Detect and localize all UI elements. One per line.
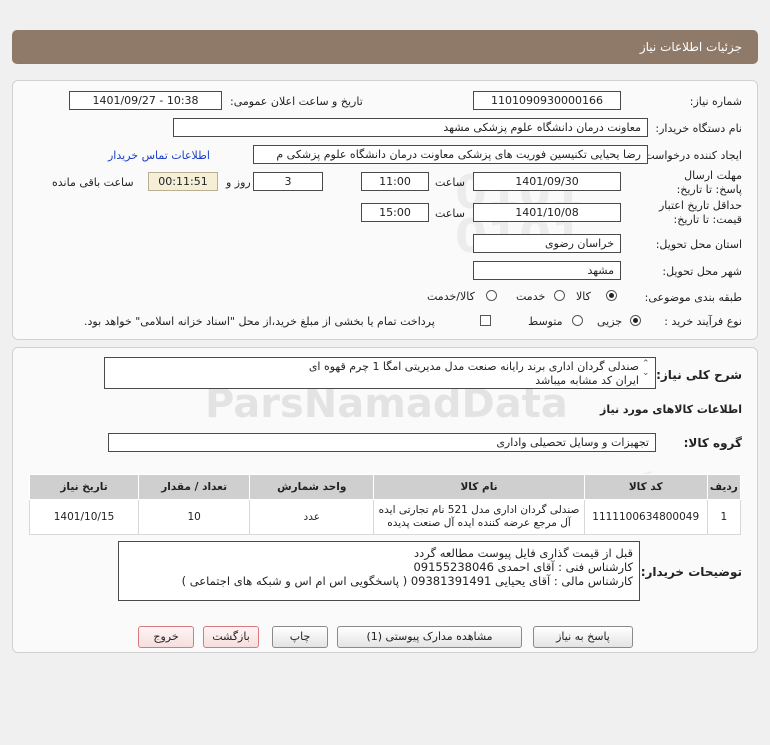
creator-label: ایجاد کننده درخواست: bbox=[640, 149, 742, 162]
summary-box: صندلی گردان اداری برند رایانه صنعت مدل م… bbox=[104, 357, 656, 389]
buyer-notes-box: قبل از قیمت گذاری فایل پیوست مطالعه گردد… bbox=[118, 541, 640, 601]
col-row: ردیف bbox=[706, 474, 742, 500]
category-goods-radio[interactable] bbox=[606, 290, 617, 301]
buyer-notes-line-2: کارشناس فنی : آقای احمدی 09155238046 bbox=[413, 560, 633, 574]
province-field: خراسان رضوی bbox=[473, 234, 621, 253]
goods-group-label: گروه کالا: bbox=[683, 436, 742, 450]
process-label: نوع فرآیند خرید : bbox=[664, 315, 742, 328]
col-unit: واحد شمارش bbox=[249, 474, 375, 500]
city-field: مشهد bbox=[473, 261, 621, 280]
table-row: 1 1111100634800049 صندلی گردان اداری مدل… bbox=[28, 499, 742, 535]
goods-info-title: اطلاعات کالاهای مورد نیاز bbox=[600, 403, 742, 416]
city-label: شهر محل تحویل: bbox=[662, 265, 742, 278]
buyer-notes-line-1: قبل از قیمت گذاری فایل پیوست مطالعه گردد bbox=[413, 546, 633, 560]
treasury-payment-checkbox[interactable] bbox=[480, 315, 491, 326]
page-title: جزئیات اطلاعات نیاز bbox=[639, 40, 742, 54]
category-goods-service-radio[interactable] bbox=[486, 290, 497, 301]
col-name: نام کالا bbox=[373, 474, 585, 500]
buyer-contact-link[interactable]: اطلاعات تماس خریدار bbox=[108, 149, 210, 162]
need-number-field: 1101090930000166 bbox=[473, 91, 621, 110]
deadline-time-label: ساعت bbox=[435, 176, 465, 189]
validity-label: حداقل تاریخ اعتبار قیمت: تا تاریخ: bbox=[658, 199, 742, 226]
creator-field: رضا یحیایی تکنیسین فوریت های پزشکی معاون… bbox=[253, 145, 648, 164]
treasury-payment-note: پرداخت تمام یا بخشی از مبلغ خرید،از محل … bbox=[84, 315, 435, 328]
validity-date-field: 1401/10/08 bbox=[473, 203, 621, 222]
view-attachments-button[interactable]: مشاهده مدارک پیوستی (1) bbox=[337, 626, 522, 648]
col-code: کد کالا bbox=[583, 474, 708, 500]
summary-line-2: ایران کد مشابه میباشد bbox=[535, 374, 639, 387]
validity-time-field: 15:00 bbox=[361, 203, 429, 222]
days-label: روز و bbox=[226, 176, 251, 189]
announce-label: تاریخ و ساعت اعلان عمومی: bbox=[230, 95, 363, 108]
process-medium-radio[interactable] bbox=[572, 315, 583, 326]
buyer-notes-line-3: کارشناس مالی : آقای یحیایی 09381391491 (… bbox=[181, 574, 633, 588]
process-minor-label: جزیی bbox=[597, 315, 623, 328]
need-number-label: شماره نیاز: bbox=[689, 95, 742, 108]
category-label: طبقه بندی موضوعی: bbox=[644, 291, 742, 304]
buyer-org-field: معاونت درمان دانشگاه علوم پزشکی مشهد bbox=[173, 118, 648, 137]
summary-label: شرح کلی نیاز: bbox=[656, 368, 742, 382]
cell-qty: 10 bbox=[138, 499, 251, 535]
resize-arrows-icon[interactable]: ⌃ ⌄ bbox=[642, 360, 650, 378]
announce-field: 1401/09/27 - 10:38 bbox=[69, 91, 222, 110]
category-service-radio[interactable] bbox=[554, 290, 565, 301]
deadline-date-field: 1401/09/30 bbox=[473, 172, 621, 191]
deadline-label: مهلت ارسال پاسخ: تا تاریخ: bbox=[676, 169, 742, 196]
category-service-label: خدمت bbox=[516, 290, 546, 303]
process-minor-radio[interactable] bbox=[630, 315, 641, 326]
print-button[interactable]: چاپ bbox=[272, 626, 328, 648]
cell-unit: عدد bbox=[249, 499, 375, 535]
remaining-time-label: ساعت باقی مانده bbox=[52, 176, 134, 189]
exit-button[interactable]: خروج bbox=[138, 626, 194, 648]
summary-line-1: صندلی گردان اداری برند رایانه صنعت مدل م… bbox=[308, 360, 639, 373]
category-goods-label: کالا bbox=[576, 290, 591, 303]
page-header: جزئیات اطلاعات نیاز bbox=[12, 30, 758, 64]
process-medium-label: متوسط bbox=[528, 315, 563, 328]
buyer-org-label: نام دستگاه خریدار: bbox=[655, 122, 742, 135]
remaining-time-field: 00:11:51 bbox=[148, 172, 218, 191]
col-qty: تعداد / مقدار bbox=[138, 474, 251, 500]
table-header-row: ردیف کد کالا نام کالا واحد شمارش تعداد /… bbox=[28, 474, 742, 500]
reply-button[interactable]: پاسخ به نیاز bbox=[533, 626, 633, 648]
goods-table: ردیف کد کالا نام کالا واحد شمارش تعداد /… bbox=[28, 474, 742, 535]
cell-date: 1401/10/15 bbox=[28, 499, 140, 535]
province-label: استان محل تحویل: bbox=[655, 238, 742, 251]
buyer-notes-label: توضیحات خریدار: bbox=[640, 565, 742, 579]
deadline-time-field: 11:00 bbox=[361, 172, 429, 191]
back-button[interactable]: بازگشت bbox=[203, 626, 259, 648]
cell-code: 1111100634800049 bbox=[583, 499, 708, 535]
validity-time-label: ساعت bbox=[435, 207, 465, 220]
days-field: 3 bbox=[253, 172, 323, 191]
cell-row: 1 bbox=[706, 499, 742, 535]
col-date: تاریخ نیاز bbox=[28, 474, 140, 500]
goods-group-field: تجهیزات و وسایل تحصیلی واداری bbox=[108, 433, 656, 452]
category-goods-service-label: کالا/خدمت bbox=[427, 290, 475, 303]
cell-name: صندلی گردان اداری مدل 521 نام تجارتی اید… bbox=[373, 499, 585, 535]
